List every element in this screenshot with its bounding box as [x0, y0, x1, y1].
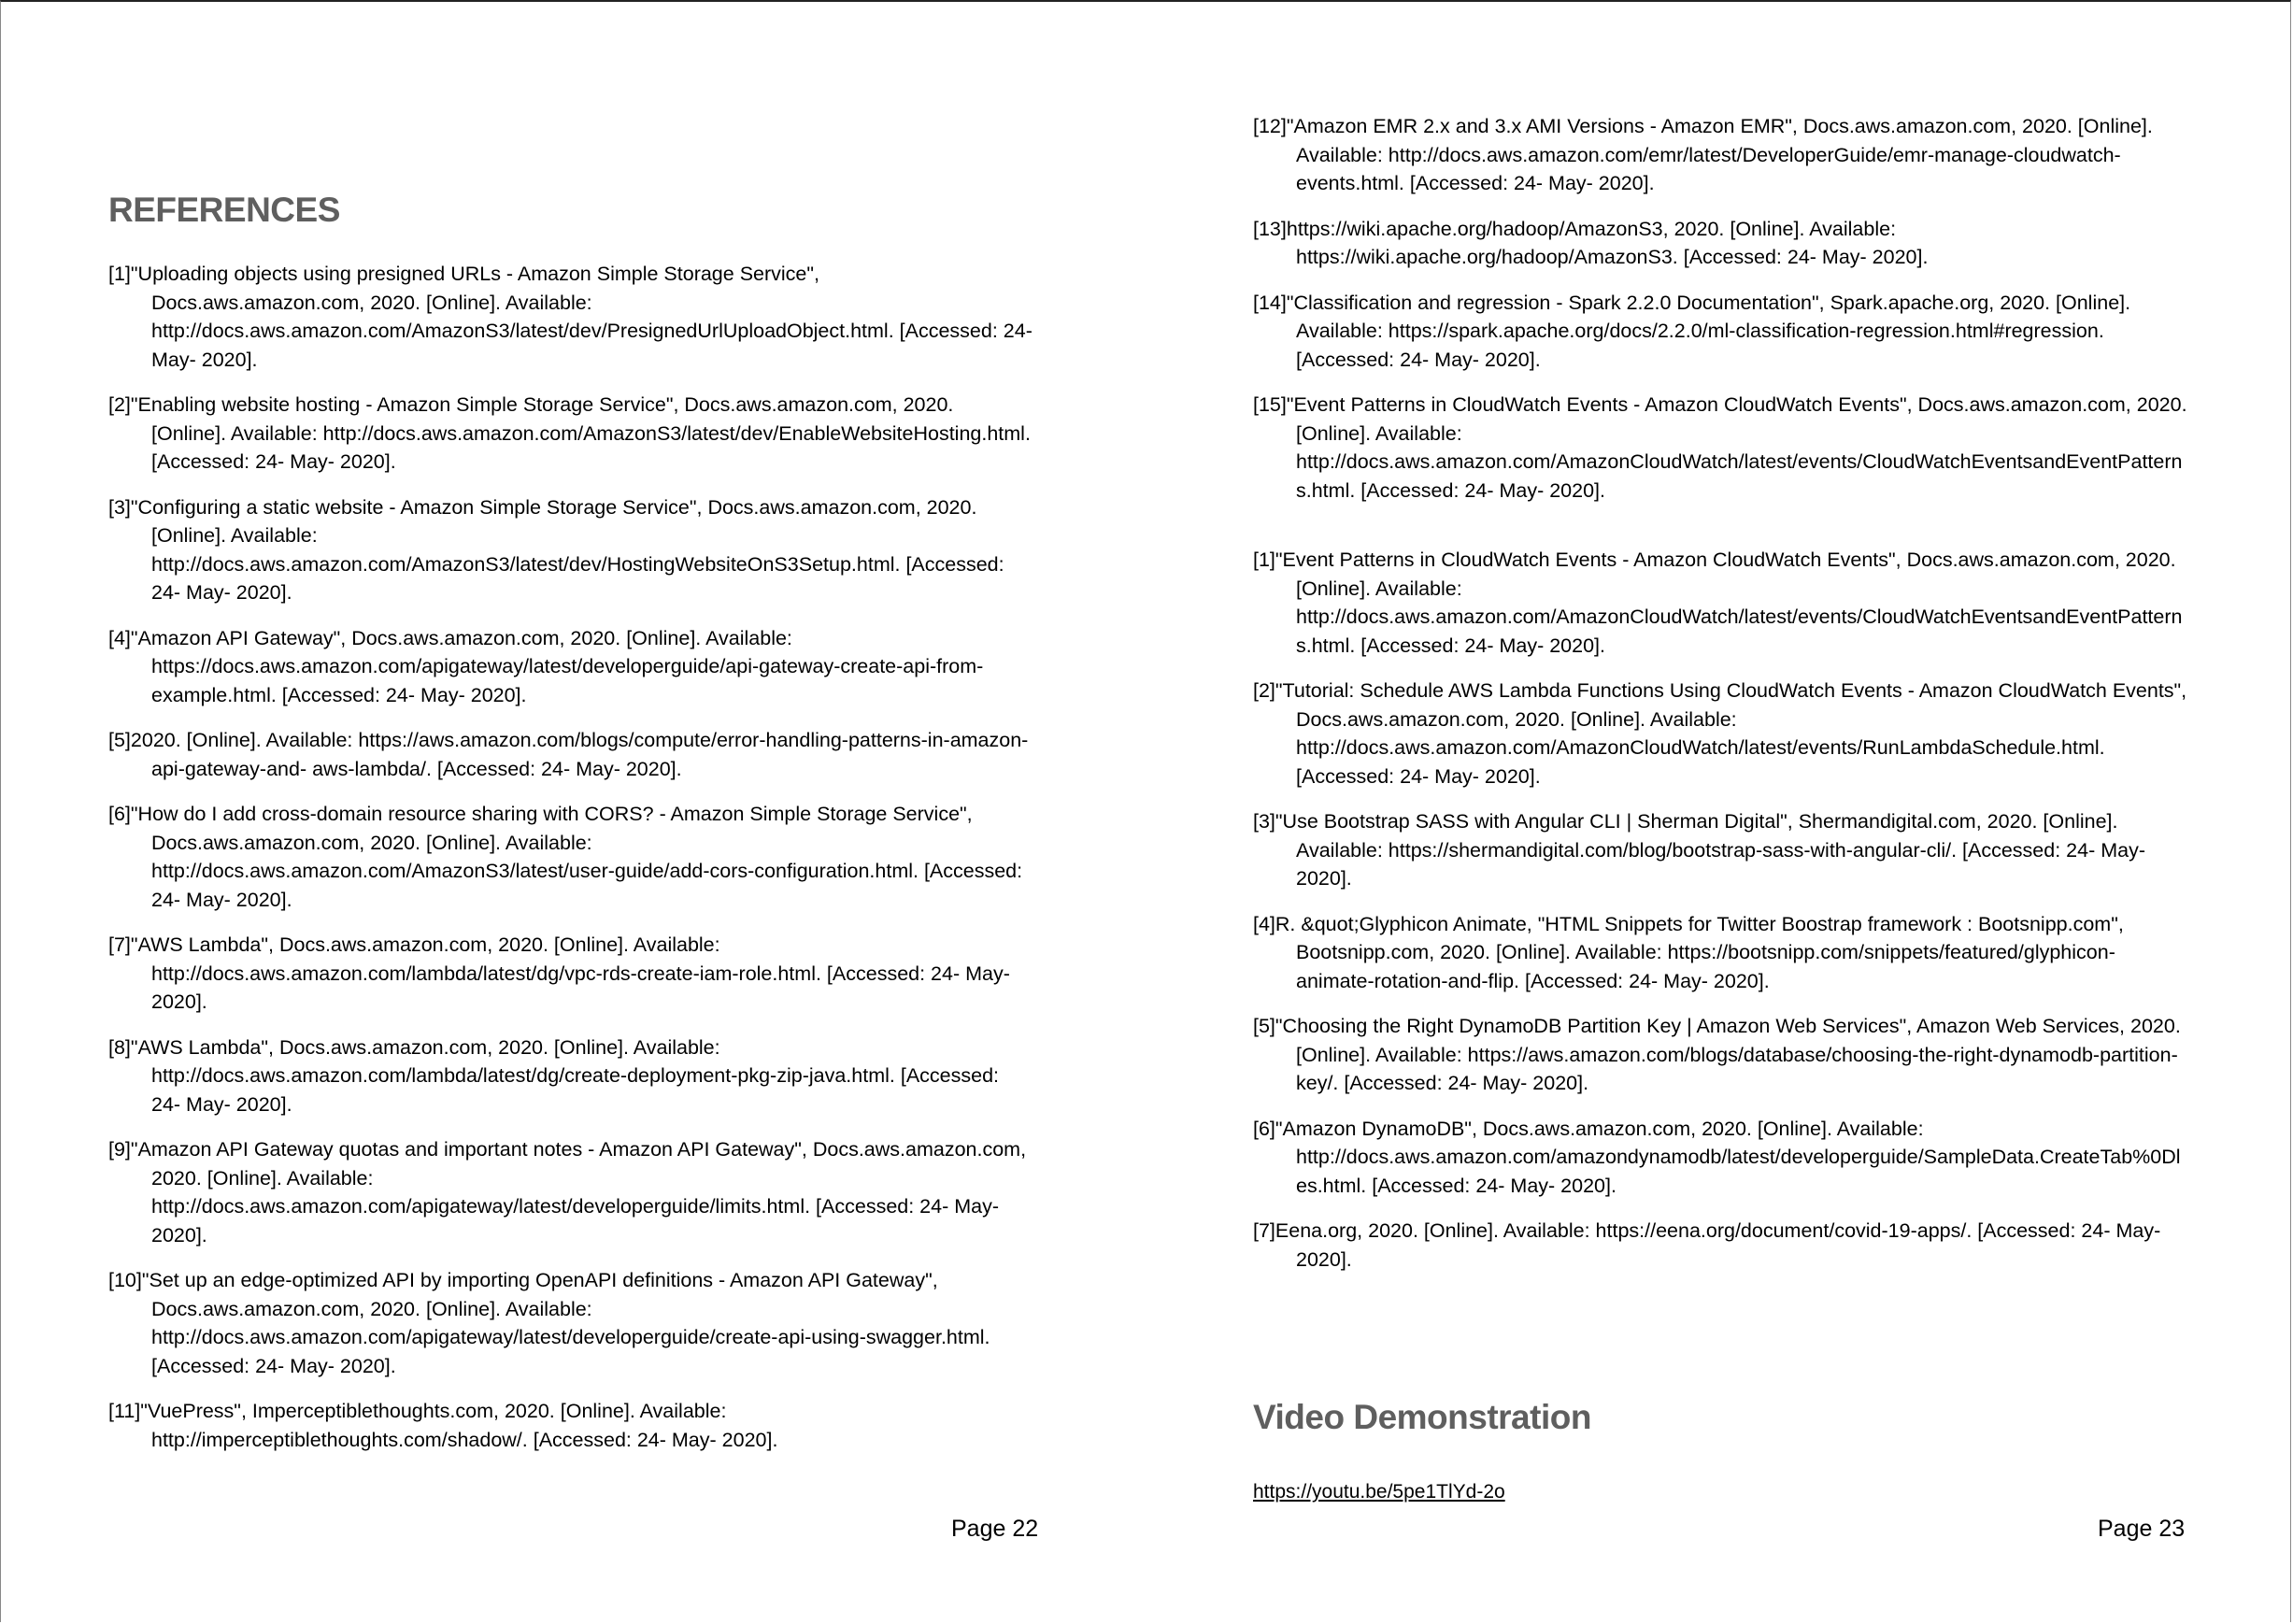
video-link[interactable]: https://youtu.be/5pe1TlYd-2o [1253, 1481, 1505, 1503]
reference-item: [3]"Configuring a static website - Amazo… [108, 495, 1004, 605]
reference-item: [14]"Classification and regression - Spa… [1253, 291, 2131, 371]
reference-item: [7]Eena.org, 2020. [Online]. Available: … [1253, 1219, 2161, 1271]
reference-item: [15]"Event Patterns in CloudWatch Events… [1253, 393, 2187, 502]
reference-item: [9]"Amazon API Gateway quotas and import… [108, 1138, 1027, 1246]
reference-item: [5]"Choosing the Right DynamoDB Partitio… [1253, 1015, 2181, 1094]
reference-item: [4]"Amazon API Gateway", Docs.aws.amazon… [108, 626, 984, 706]
reference-item: [5]2020. [Online]. Available: https://aw… [108, 729, 1029, 780]
reference-item: [4]R. &quot;Glyphicon Animate, "HTML Sni… [1253, 912, 2124, 992]
video-demonstration-heading: Video Demonstration [1253, 1398, 1591, 1436]
references-heading: REFERENCES [108, 191, 340, 229]
reference-item: [7]"AWS Lambda", Docs.aws.amazon.com, 20… [108, 933, 1010, 1013]
reference-item: [1]"Event Patterns in CloudWatch Events … [1253, 548, 2183, 657]
reference-list: [1]"Uploading objects using presigned UR… [108, 260, 1033, 1471]
reference-item: [11]"VuePress", Imperceptiblethoughts.co… [108, 1400, 778, 1451]
reference-item: [8]"AWS Lambda", Docs.aws.amazon.com, 20… [108, 1035, 999, 1116]
reference-item: [2]"Tutorial: Schedule AWS Lambda Functi… [1253, 679, 2187, 788]
reference-list-continued: [12]"Amazon EMR 2.x and 3.x AMI Versions… [1253, 112, 2187, 521]
reference-item: [3]"Use Bootstrap SASS with Angular CLI … [1253, 810, 2145, 890]
reference-item: [6]"How do I add cross-domain resource s… [108, 803, 1023, 911]
reference-item: [6]"Amazon DynamoDB", Docs.aws.amazon.co… [1253, 1117, 2181, 1197]
reference-item: [2]"Enabling website hosting - Amazon Si… [108, 393, 1031, 473]
reference-item: [1]"Uploading objects using presigned UR… [108, 263, 1033, 371]
reference-item: [13]https://wiki.apache.org/hadoop/Amazo… [1253, 217, 1929, 269]
reference-item: [10]"Set up an edge-optimized API by imp… [108, 1269, 990, 1377]
page-22: REFERENCES [1]"Uploading objects using p… [0, 0, 1146, 1624]
reference-list-second: [1]"Event Patterns in CloudWatch Events … [1253, 546, 2187, 1290]
page-23: [12]"Amazon EMR 2.x and 3.x AMI Versions… [1146, 0, 2293, 1624]
reference-item: [12]"Amazon EMR 2.x and 3.x AMI Versions… [1253, 115, 2153, 194]
page-number: Page 22 [951, 1516, 1039, 1542]
page-number: Page 23 [2098, 1516, 2186, 1542]
